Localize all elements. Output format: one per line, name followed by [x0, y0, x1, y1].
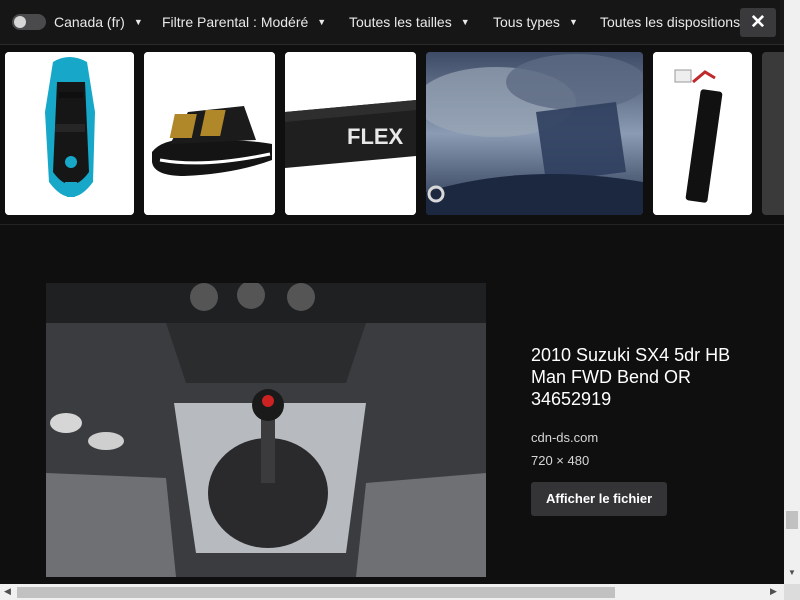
- chevron-down-icon: ▼: [460, 17, 470, 27]
- vertical-scrollbar[interactable]: ▼: [784, 0, 800, 584]
- safe-search-filter[interactable]: Filtre Parental : Modéré ▼: [162, 0, 326, 44]
- chevron-down-icon: ▼: [568, 17, 578, 27]
- toggle-knob: [14, 16, 26, 28]
- main-preview-image[interactable]: [46, 283, 486, 577]
- related-images-strip: FLEX: [0, 44, 784, 225]
- layout-filter[interactable]: Toutes les dispositions: [600, 0, 740, 44]
- open-file-button[interactable]: Afficher le fichier: [531, 482, 668, 516]
- flex-bag-image: FLEX: [285, 52, 416, 215]
- car-interior-image: [46, 283, 486, 577]
- horizontal-scroll-thumb[interactable]: [17, 587, 615, 598]
- laptop-storm-image: [426, 52, 643, 215]
- safe-search-filter-label: Filtre Parental : Modéré: [162, 14, 309, 30]
- battery-image: [653, 52, 752, 215]
- size-filter-label: Toutes les tailles: [349, 14, 452, 30]
- scroll-right-arrow-icon[interactable]: ▶: [770, 586, 777, 597]
- image-info-panel: 2010 Suzuki SX4 5dr HB Man FWD Bend OR 3…: [531, 344, 761, 516]
- thumbnail-partial[interactable]: [762, 52, 784, 215]
- sandal-image: [144, 52, 275, 215]
- close-button[interactable]: ✕: [740, 8, 776, 37]
- region-filter[interactable]: Canada (fr) ▼: [54, 0, 143, 44]
- snowshoe-image: [5, 52, 134, 215]
- close-icon: ✕: [750, 12, 766, 33]
- image-title[interactable]: 2010 Suzuki SX4 5dr HB Man FWD Bend OR 3…: [531, 344, 761, 410]
- filter-bar: Canada (fr) ▼ Filtre Parental : Modéré ▼ T…: [0, 0, 784, 45]
- vertical-scroll-thumb[interactable]: [786, 511, 798, 529]
- region-filter-label: Canada (fr): [54, 14, 125, 30]
- safe-mode-toggle[interactable]: [12, 14, 46, 30]
- thumbnail-stormy-laptop[interactable]: [426, 52, 643, 215]
- chevron-down-icon: ▼: [133, 17, 143, 27]
- flex-logo-text: FLEX: [347, 124, 404, 149]
- type-filter-label: Tous types: [493, 14, 560, 30]
- scroll-left-arrow-icon[interactable]: ◀: [4, 586, 11, 597]
- chevron-down-icon: ▼: [317, 17, 327, 27]
- thumbnail-battery[interactable]: [653, 52, 752, 215]
- size-filter[interactable]: Toutes les tailles ▼: [349, 0, 470, 44]
- thumbnail-sandal[interactable]: [144, 52, 275, 215]
- layout-filter-label: Toutes les dispositions: [600, 14, 741, 30]
- type-filter[interactable]: Tous types ▼: [493, 0, 578, 44]
- thumbnail-flex-bag[interactable]: FLEX: [285, 52, 416, 215]
- thumbnail-snowshoe[interactable]: [5, 52, 134, 215]
- horizontal-scrollbar[interactable]: ◀ ▶: [0, 584, 784, 600]
- image-source-domain[interactable]: cdn-ds.com: [531, 430, 761, 445]
- scrollbar-corner: [784, 584, 800, 600]
- image-dimensions: 720 × 480: [531, 453, 590, 468]
- scroll-down-arrow-icon[interactable]: ▼: [788, 568, 796, 577]
